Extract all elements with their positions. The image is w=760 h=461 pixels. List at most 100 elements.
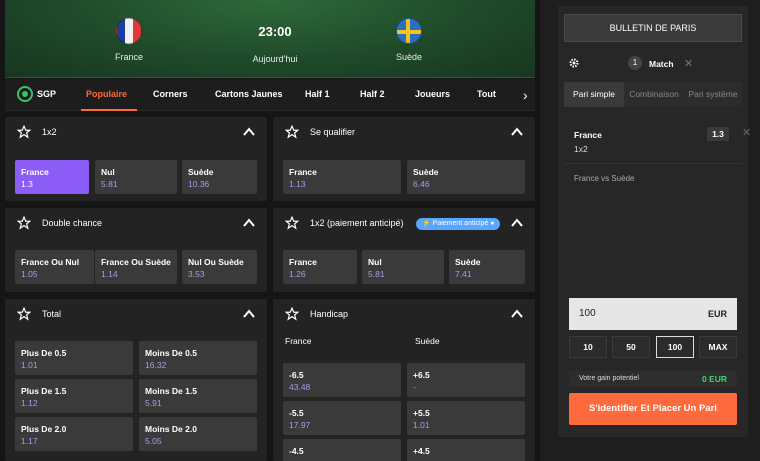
sgp-icon bbox=[17, 86, 33, 102]
odd-value: 5.81 bbox=[368, 269, 385, 279]
odd-button[interactable]: Nul 5.81 bbox=[362, 250, 444, 284]
selection-market: 1x2 bbox=[574, 144, 588, 154]
market-header[interactable]: Double chance bbox=[5, 208, 267, 238]
odd-value: 3.53 bbox=[188, 269, 205, 279]
odd-button[interactable]: +5.5 1.01 bbox=[407, 401, 525, 435]
odd-button[interactable]: -4.5 bbox=[283, 439, 401, 461]
odd-button[interactable]: France 1.13 bbox=[283, 160, 401, 194]
market-header[interactable]: 1x2 (paiement anticipé) ⚡ Paiement antic… bbox=[273, 208, 535, 238]
odd-label: +5.5 bbox=[413, 408, 430, 418]
odd-label: Moins De 1.5 bbox=[145, 386, 197, 396]
tab-pari-systeme[interactable]: Pari système bbox=[684, 82, 742, 107]
odd-button[interactable]: +4.5 bbox=[407, 439, 525, 461]
chevron-up-icon[interactable] bbox=[243, 308, 255, 320]
quick-stake-100[interactable]: 100 bbox=[656, 336, 694, 358]
odd-button[interactable]: France Ou Nul 1.05 bbox=[15, 250, 94, 284]
odd-value: 1.12 bbox=[21, 398, 38, 408]
odd-value: 1.13 bbox=[289, 179, 306, 189]
star-icon[interactable] bbox=[17, 125, 31, 139]
star-icon[interactable] bbox=[285, 125, 299, 139]
odd-label: France Ou Nul bbox=[21, 257, 80, 267]
selection-count: 1 bbox=[628, 56, 642, 70]
odd-button[interactable]: -6.5 43.48 bbox=[283, 363, 401, 397]
login-and-place-bet-button[interactable]: S'identifier Et Placer Un Pari bbox=[569, 393, 737, 425]
odd-value: 43.48 bbox=[289, 382, 311, 392]
tab-tout[interactable]: Tout bbox=[477, 89, 496, 99]
quick-stake-10[interactable]: 10 bbox=[569, 336, 607, 358]
selection-odd: 1.3 bbox=[707, 127, 729, 141]
star-icon[interactable] bbox=[17, 307, 31, 321]
odd-label: Suède bbox=[188, 167, 214, 177]
odd-button[interactable]: Plus De 1.5 1.12 bbox=[15, 379, 133, 413]
odd-value: 16.32 bbox=[145, 360, 167, 370]
odd-value: 5.91 bbox=[145, 398, 162, 408]
odd-label: Nul bbox=[368, 257, 382, 267]
odd-label: +4.5 bbox=[413, 446, 430, 456]
market-se-qualifier: Se qualifier France 1.13 Suède 6.46 bbox=[273, 117, 535, 201]
chevron-up-icon[interactable] bbox=[243, 217, 255, 229]
odd-button[interactable]: France Ou Suède 1.14 bbox=[95, 250, 177, 284]
remove-selection-icon[interactable]: ✕ bbox=[742, 126, 751, 139]
odd-button[interactable]: Suède 6.46 bbox=[407, 160, 525, 194]
match-header: France 23:00 Aujourd'hui Suède bbox=[5, 0, 535, 78]
betslip-area: BULLETIN DE PARIS 1 Match ✕ Pari simple … bbox=[540, 0, 760, 461]
market-handicap: Handicap France Suède -6.5 43.48 +6.5 - … bbox=[273, 299, 535, 461]
chevron-up-icon[interactable] bbox=[243, 126, 255, 138]
tab-joueurs[interactable]: Joueurs bbox=[415, 89, 450, 99]
chevron-right-icon[interactable]: › bbox=[523, 87, 528, 103]
chevron-up-icon[interactable] bbox=[511, 308, 523, 320]
odd-button[interactable]: +6.5 - bbox=[407, 363, 525, 397]
chevron-up-icon[interactable] bbox=[511, 126, 523, 138]
odd-button[interactable]: France 1.26 bbox=[283, 250, 357, 284]
stake-input[interactable]: 100 EUR bbox=[569, 298, 737, 330]
market-1x2-early-payout: 1x2 (paiement anticipé) ⚡ Paiement antic… bbox=[273, 208, 535, 292]
odd-label: Plus De 2.0 bbox=[21, 424, 67, 434]
market-header[interactable]: Se qualifier bbox=[273, 117, 535, 147]
quick-stake-max[interactable]: MAX bbox=[699, 336, 737, 358]
odd-value: - bbox=[413, 382, 416, 392]
market-header[interactable]: Total bbox=[5, 299, 267, 329]
odd-label: +6.5 bbox=[413, 370, 430, 380]
column-label-home: France bbox=[285, 336, 312, 346]
tab-cartons-jaunes[interactable]: Cartons Jaunes bbox=[215, 89, 283, 99]
odd-button[interactable]: Suède 10.36 bbox=[182, 160, 257, 194]
star-icon[interactable] bbox=[285, 216, 299, 230]
odd-button[interactable]: Moins De 1.5 5.91 bbox=[139, 379, 257, 413]
odd-button[interactable]: Moins De 2.0 5.05 bbox=[139, 417, 257, 451]
odd-button[interactable]: -5.5 17.97 bbox=[283, 401, 401, 435]
clear-slip-icon[interactable]: ✕ bbox=[684, 57, 693, 70]
odd-label: Plus De 1.5 bbox=[21, 386, 67, 396]
quick-stake-50[interactable]: 50 bbox=[612, 336, 650, 358]
odd-button[interactable]: Moins De 0.5 16.32 bbox=[139, 341, 257, 375]
odd-value: 1.01 bbox=[413, 420, 430, 430]
odd-value: 10.36 bbox=[188, 179, 210, 189]
tab-sgp[interactable]: SGP bbox=[37, 89, 56, 99]
star-icon[interactable] bbox=[285, 307, 299, 321]
market-total: Total Plus De 0.5 1.01 Moins De 0.5 16.3… bbox=[5, 299, 267, 461]
odd-value: 1.17 bbox=[21, 436, 38, 446]
odd-button[interactable]: Plus De 2.0 1.17 bbox=[15, 417, 133, 451]
tab-populaire[interactable]: Populaire bbox=[86, 89, 127, 99]
odd-value: 17.97 bbox=[289, 420, 311, 430]
tab-half-2[interactable]: Half 2 bbox=[360, 89, 385, 99]
tab-half-1[interactable]: Half 1 bbox=[305, 89, 330, 99]
odd-button[interactable]: Nul Ou Suède 3.53 bbox=[182, 250, 257, 284]
star-icon[interactable] bbox=[17, 216, 31, 230]
tab-pari-simple[interactable]: Pari simple bbox=[564, 82, 624, 107]
tab-corners[interactable]: Corners bbox=[153, 89, 188, 99]
market-header[interactable]: Handicap bbox=[273, 299, 535, 329]
odd-button[interactable]: Nul 5.81 bbox=[95, 160, 177, 194]
odd-button[interactable]: France 1.3 bbox=[15, 160, 89, 194]
betslip-title[interactable]: BULLETIN DE PARIS bbox=[564, 14, 742, 42]
odd-button[interactable]: Suède 7.41 bbox=[449, 250, 525, 284]
stake-value: 100 bbox=[579, 308, 596, 319]
market-header[interactable]: 1x2 bbox=[5, 117, 267, 147]
gear-icon[interactable] bbox=[568, 57, 580, 69]
tab-combinaison[interactable]: Combinaison bbox=[624, 82, 684, 107]
odd-button[interactable]: Plus De 0.5 1.01 bbox=[15, 341, 133, 375]
selection-team: France bbox=[574, 130, 602, 140]
chevron-up-icon[interactable] bbox=[511, 217, 523, 229]
potential-gain: Votre gain potentiel 0 EUR bbox=[569, 371, 737, 387]
home-team-name: France bbox=[114, 52, 143, 62]
odd-value: 7.41 bbox=[455, 269, 472, 279]
